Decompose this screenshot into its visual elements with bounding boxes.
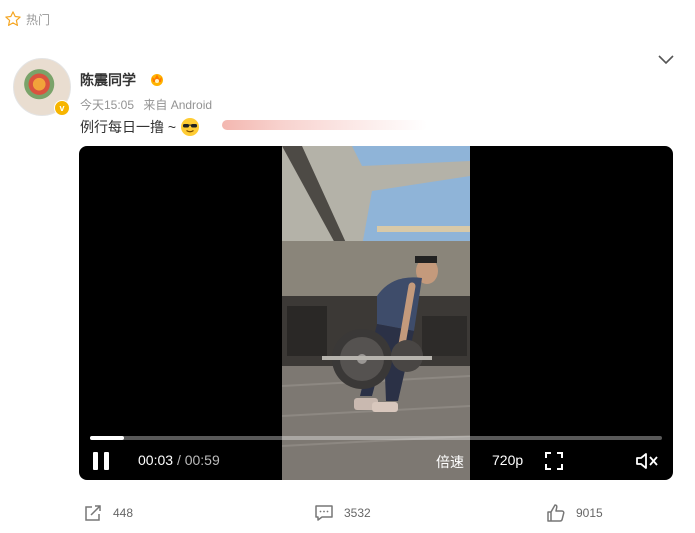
crown-badge-icon[interactable] — [149, 71, 165, 87]
video-frame[interactable] — [282, 146, 470, 480]
post-meta: 今天15:05 来自 Android — [80, 96, 218, 113]
repost-icon — [85, 505, 101, 521]
post-text-row: 例行每日一撸 ~ — [80, 117, 200, 137]
hot-label: 热门 — [26, 12, 51, 27]
sunglasses-emoji-icon — [181, 118, 200, 136]
username[interactable]: 陈震同学 — [80, 70, 136, 90]
video-player[interactable]: 00:03 / 00:59 倍速 720p — [79, 146, 673, 480]
duration: 00:59 — [184, 452, 220, 468]
comment-count: 3532 — [344, 506, 371, 520]
comment-icon — [315, 505, 333, 521]
current-time: 00:03 — [138, 452, 174, 468]
quality-button[interactable]: 720p — [492, 452, 523, 468]
post-time[interactable]: 今天15:05 — [80, 98, 134, 112]
hot-tag: 热门 — [4, 10, 50, 28]
progress-fill — [90, 436, 125, 440]
fullscreen-icon[interactable] — [544, 451, 564, 471]
comment-button[interactable]: 3532 — [314, 503, 371, 523]
like-count: 9015 — [576, 506, 603, 520]
redacted-text-blur — [222, 120, 427, 130]
speed-button[interactable]: 倍速 — [436, 452, 464, 472]
verified-badge-icon: v — [54, 100, 70, 116]
chevron-down-icon[interactable] — [657, 53, 675, 67]
like-icon — [547, 504, 565, 522]
progress-bar[interactable] — [90, 436, 662, 440]
like-button[interactable]: 9015 — [546, 503, 603, 523]
pause-icon[interactable] — [90, 450, 112, 472]
video-frame-image — [282, 146, 470, 480]
post-source: 来自 Android — [143, 98, 213, 112]
repost-count: 448 — [113, 506, 134, 520]
star-outline-icon — [5, 11, 21, 26]
time-separator: / — [176, 452, 181, 468]
mute-icon[interactable] — [635, 451, 659, 471]
time-display: 00:03 / 00:59 — [138, 452, 220, 468]
repost-button[interactable]: 448 — [83, 503, 133, 523]
post-text: 例行每日一撸 ~ — [80, 119, 177, 135]
